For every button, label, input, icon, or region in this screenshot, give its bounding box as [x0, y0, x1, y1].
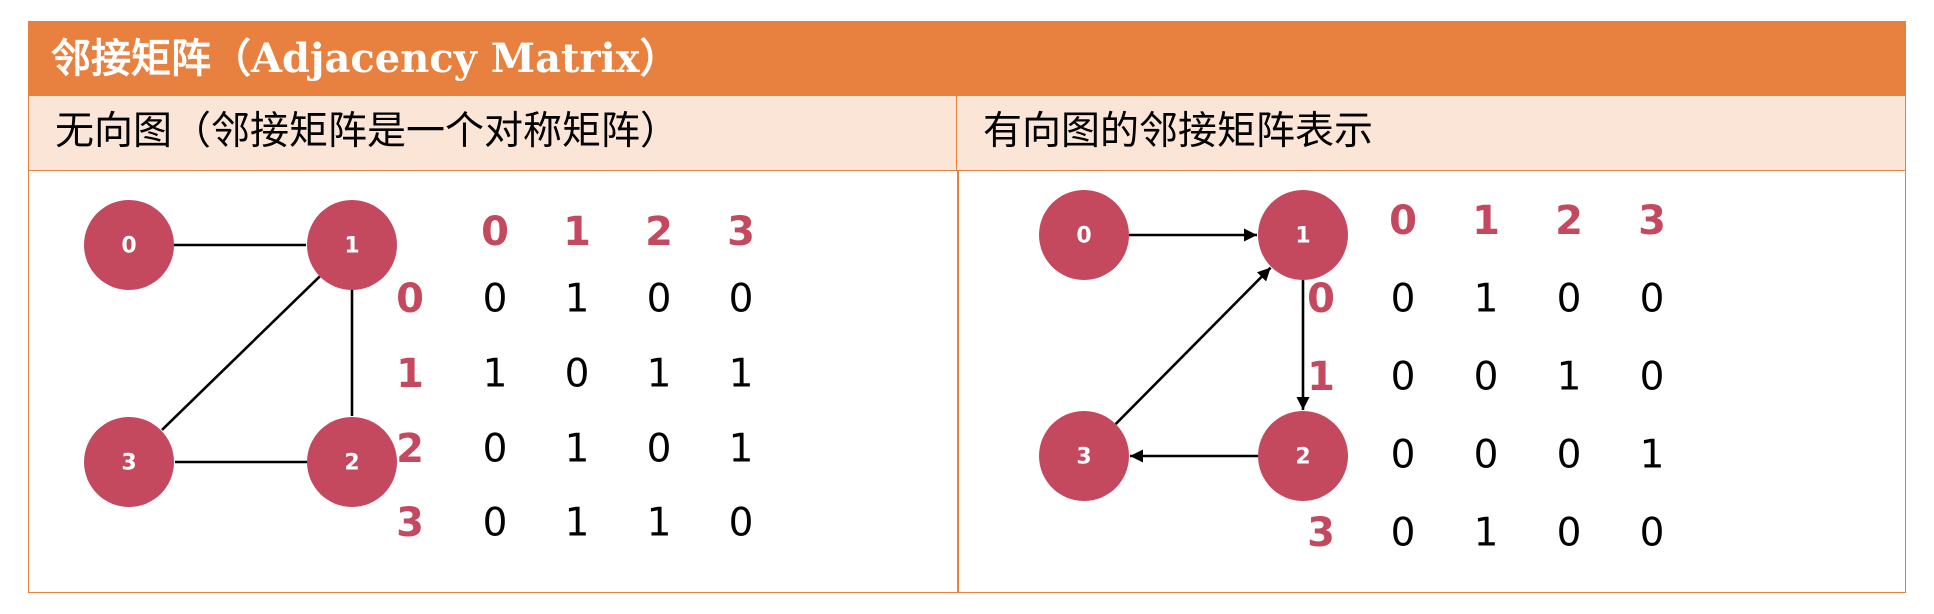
node-label: 2: [344, 451, 359, 476]
directed-graph-panel: 0 1230 1 2 301230 1 0 00 0 1 00 0 0 10 1 0 0: [1039, 190, 1666, 556]
node-label: 3: [121, 451, 136, 476]
matrix-cell: 0: [1640, 277, 1665, 322]
matrix-cell: 1: [565, 501, 590, 546]
matrix-cell: 0: [565, 352, 590, 397]
undirected-node-1: 1: [307, 200, 397, 290]
matrix-cell: 1: [647, 352, 672, 397]
matrix-cell: 1: [565, 427, 590, 472]
matrix-cell: 0: [647, 427, 672, 472]
matrix-column-header: 3: [727, 209, 755, 255]
matrix-cell: 1: [483, 352, 508, 397]
matrix-cell: 1: [1640, 433, 1665, 478]
matrix-cell: 1: [1474, 277, 1499, 322]
matrix-column-header: 0: [481, 209, 509, 255]
matrix-cell: 0: [483, 501, 508, 546]
node-label: 0: [121, 234, 136, 259]
matrix-column-header: 1: [1472, 198, 1500, 244]
matrix-row-header: 0: [1307, 276, 1335, 322]
undirected-adjacency-matrix: 0 1 2 3 0 1 2 3 0 1 0 0 1 0 1 1 0 1 0 1 0 1 1 0: [396, 209, 755, 546]
matrix-cell: 1: [729, 427, 754, 472]
matrix-cell: 0: [1474, 433, 1499, 478]
matrix-cell: 1: [1557, 355, 1582, 400]
undirected-heading: 无向图（邻接矩阵是一个对称矩阵）: [29, 96, 957, 171]
matrix-cell: 0: [1391, 277, 1416, 322]
node-label: 0: [1076, 224, 1091, 249]
matrix-cell: 1: [565, 277, 590, 322]
matrix-row-header: 1: [1307, 354, 1335, 400]
matrix-cell: 1: [647, 501, 672, 546]
directed-node-0: 0: [1039, 190, 1129, 280]
matrix-row-header: 2: [1307, 432, 1335, 478]
matrix-cell: 0: [1391, 355, 1416, 400]
page-title: 邻接矩阵（Adjacency Matrix）: [29, 22, 1905, 96]
matrix-row-header: 1: [396, 351, 424, 397]
matrix-column-header: 0: [1389, 198, 1417, 244]
matrix-column-header: 2: [1555, 198, 1583, 244]
undirected-node-0: 0: [84, 200, 174, 290]
matrix-cell: 0: [483, 277, 508, 322]
directed-node-3: 3: [1039, 411, 1129, 501]
undirected-node-3: 3: [84, 417, 174, 507]
undirected-node-2: 2: [307, 417, 397, 507]
matrix-cell: 0: [1391, 511, 1416, 556]
undirected-edge-1-3: [161, 275, 321, 431]
diagram-frame: 邻接矩阵（Adjacency Matrix） 无向图（邻接矩阵是一个对称矩阵） …: [28, 21, 1906, 593]
matrix-cell: 0: [1640, 355, 1665, 400]
undirected-graph-panel: 0 1 2 3 0 1 2 3 0 1 2 3 0 1 0 0 1 0 1 1 0 1 0 1 0 1 1 0: [84, 200, 755, 546]
matrix-cell: 1: [1474, 511, 1499, 556]
matrix-column-header: 1: [563, 209, 591, 255]
matrix-row-header: 0: [396, 276, 424, 322]
matrix-row-header: 3: [1307, 510, 1335, 556]
matrix-cell: 0: [1557, 511, 1582, 556]
matrix-column-header: 2: [645, 209, 673, 255]
matrix-cell: 0: [1557, 277, 1582, 322]
matrix-row-header: 3: [396, 500, 424, 546]
node-label: 1: [1295, 224, 1310, 249]
matrix-cell: 0: [729, 277, 754, 322]
directed-heading: 有向图的邻接矩阵表示: [957, 96, 1905, 171]
matrix-cell: 0: [729, 501, 754, 546]
matrix-cell: 0: [483, 427, 508, 472]
matrix-cell: 0: [647, 277, 672, 322]
matrix-row-header: 2: [396, 426, 424, 472]
matrix-cell: 1: [729, 352, 754, 397]
directed-adjacency-matrix: 0 1 2 3 0 1 2 3 0 1 0 0 0 0 1 0 0 0 0 1 0 1 0 0: [1307, 198, 1666, 556]
matrix-column-header: 3: [1638, 198, 1666, 244]
matrix-cell: 0: [1640, 511, 1665, 556]
directed-node-1: 1: [1258, 190, 1348, 280]
node-label: 3: [1076, 445, 1091, 470]
directed-edge-3-1: [1114, 266, 1272, 425]
node-label: 1: [344, 234, 359, 259]
matrix-cell: 0: [1474, 355, 1499, 400]
matrix-cell: 0: [1391, 433, 1416, 478]
matrix-cell: 0: [1557, 433, 1582, 478]
